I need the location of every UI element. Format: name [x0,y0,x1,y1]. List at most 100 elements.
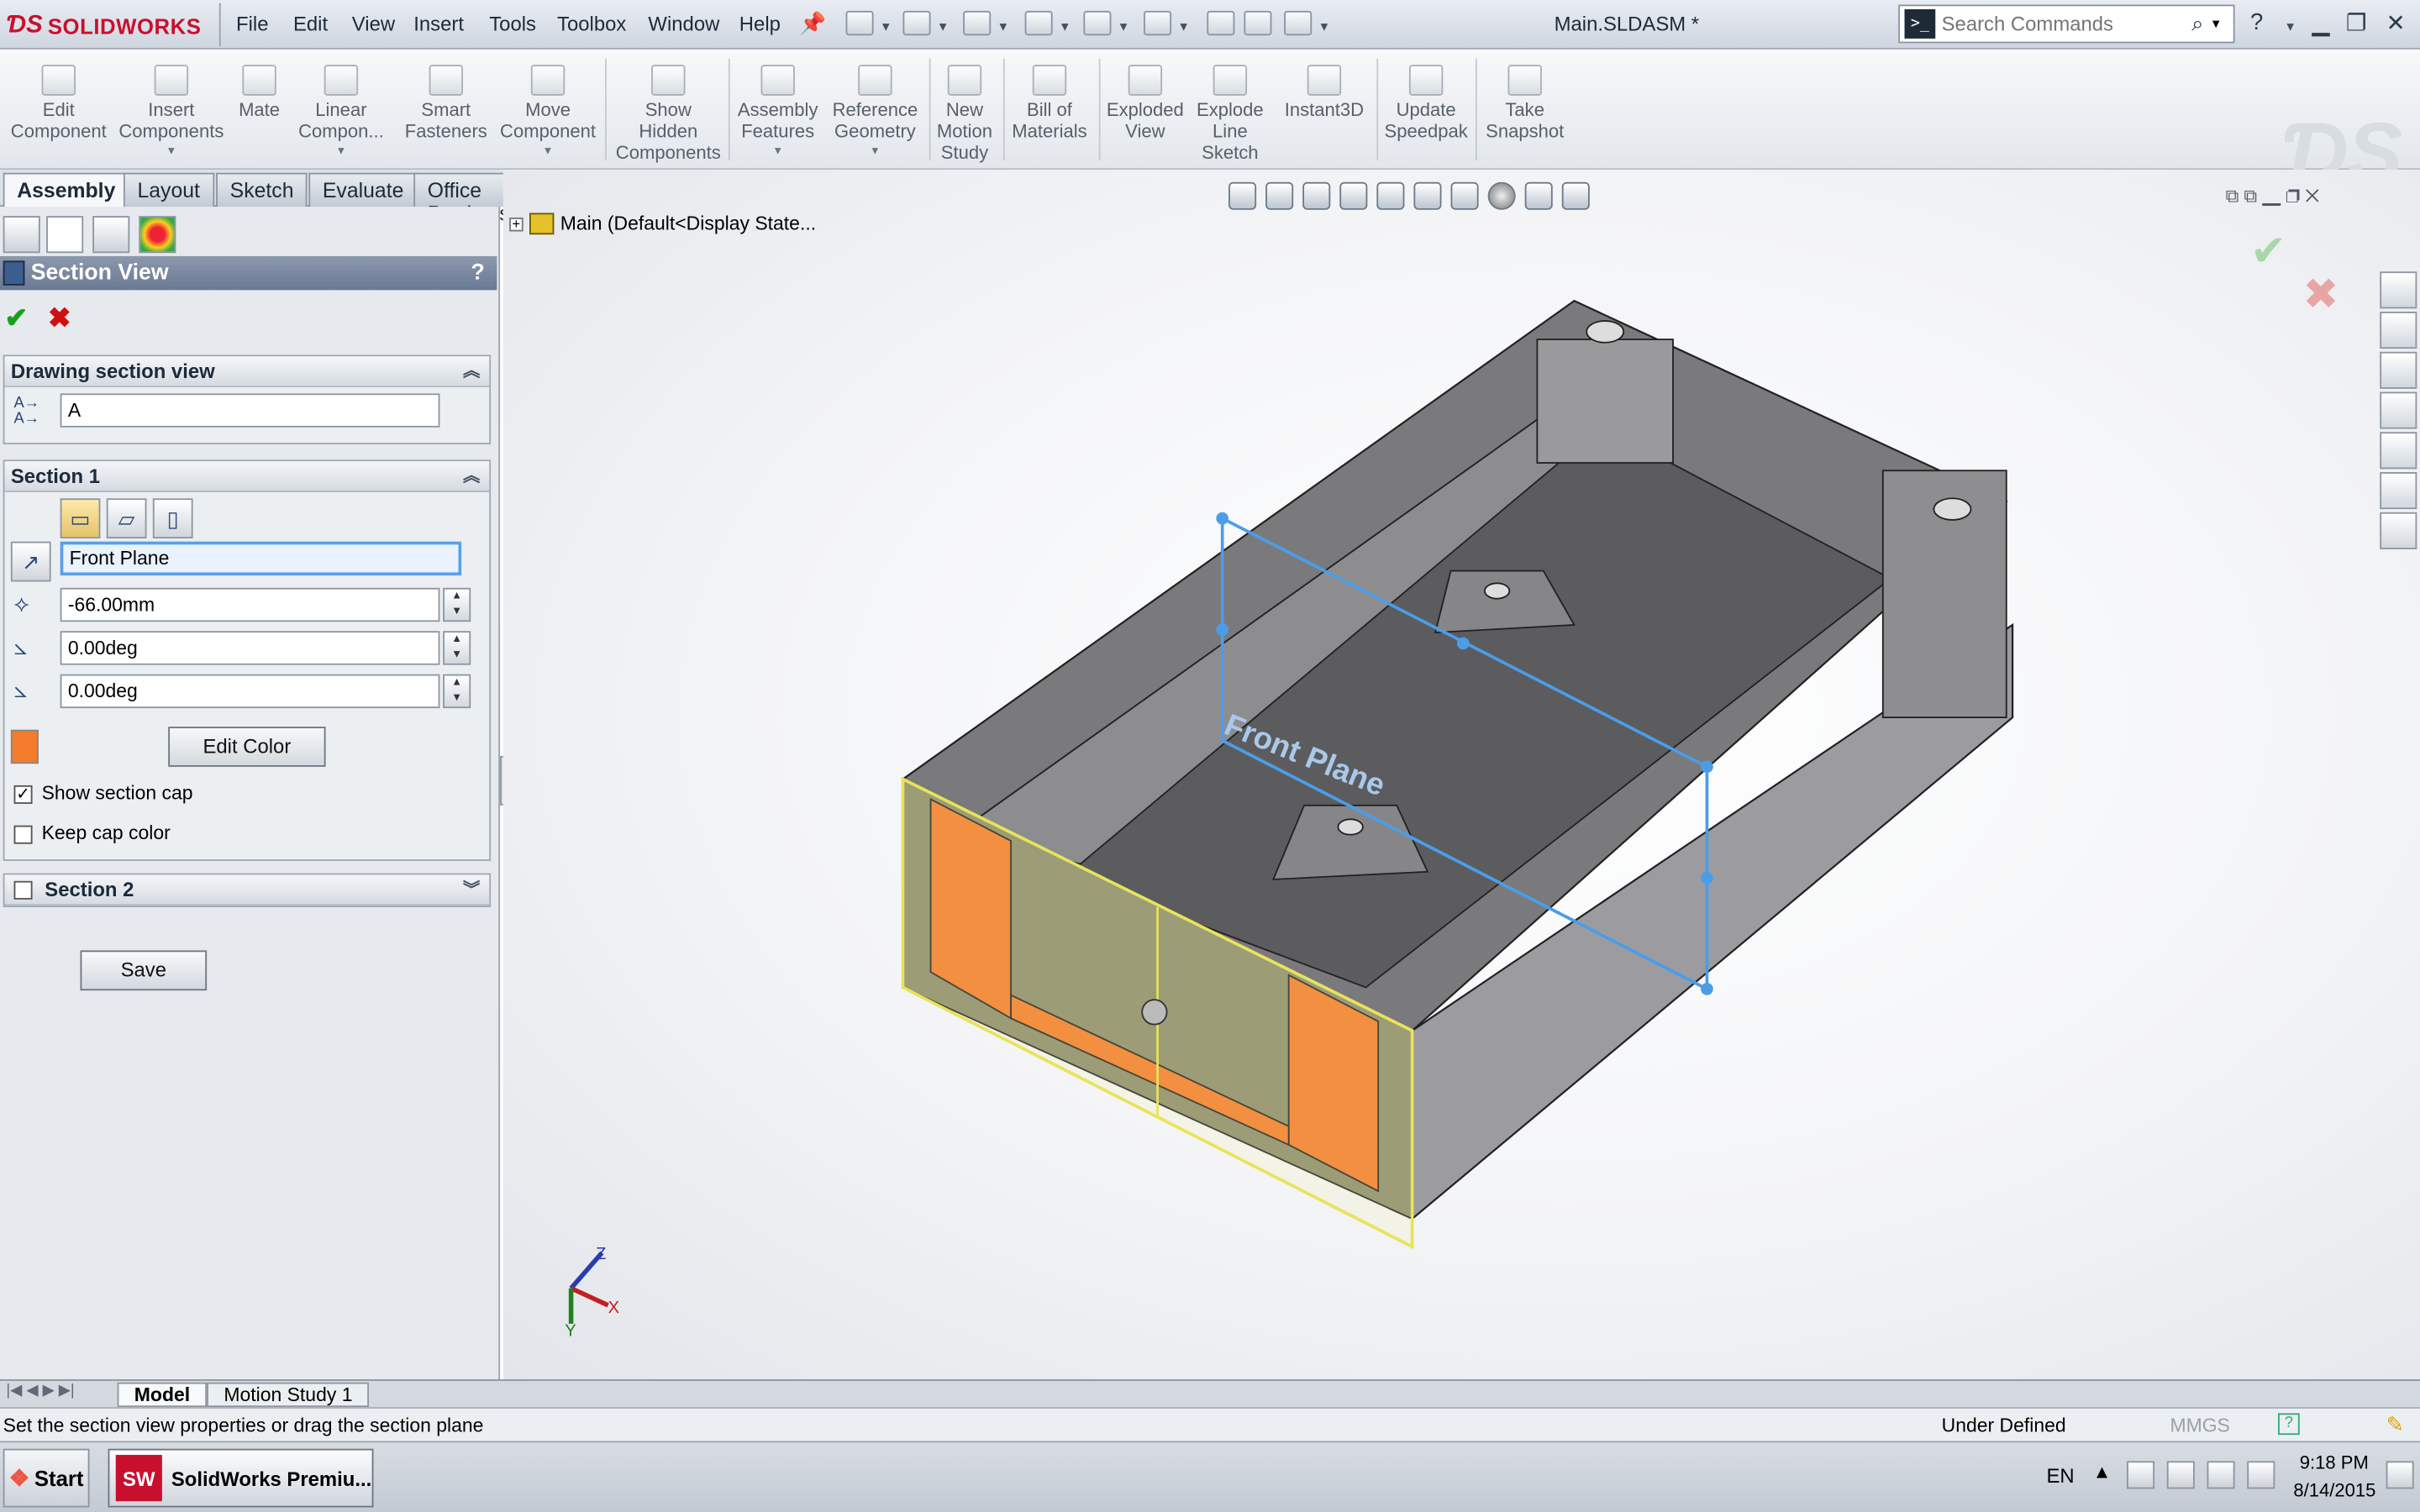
offset-spinner[interactable]: ▲ ▼ [443,587,471,622]
offset-distance-field[interactable] [60,587,440,622]
menu-tools[interactable]: Tools [489,13,536,36]
pin-icon[interactable]: 📌 [799,11,826,37]
undo-icon[interactable] [1083,10,1112,36]
solidworks-logo[interactable]: ƊS SOLIDWORKS [6,9,203,43]
edit-color-button[interactable]: Edit Color [168,727,326,767]
section2-checkbox[interactable] [13,880,33,900]
menu-insert[interactable]: Insert [413,13,464,36]
menu-help[interactable]: Help [739,13,781,36]
restore-icon[interactable]: ❐ [2346,9,2367,37]
status-units[interactable]: MMGS [2170,1415,2229,1436]
update-speedpak-button[interactable]: Update Speedpak [1380,52,1472,142]
cancel-icon[interactable]: ✖ [48,302,71,335]
configuration-manager-icon[interactable] [92,216,130,254]
right-plane-icon[interactable]: ▯ [152,498,193,539]
search-input[interactable] [1941,12,2189,36]
clock-time[interactable]: 9:18 PM [2300,1452,2369,1473]
help-icon[interactable]: ? [471,260,484,285]
section-name-field[interactable] [60,393,440,428]
options-dropdown-icon[interactable]: ▼ [1318,20,1331,34]
tab-motion-study[interactable]: Motion Study 1 [207,1382,370,1408]
undo-dropdown-icon[interactable]: ▼ [1118,20,1130,34]
feature-manager-icon[interactable] [3,216,40,254]
language-indicator[interactable]: EN [2047,1464,2075,1488]
insert-components-button[interactable]: Insert Components ▼ [118,52,226,163]
collapse-icon[interactable]: ︽ [463,358,480,382]
angle-x-spinner[interactable]: ▲ ▼ [443,631,471,665]
property-manager-icon[interactable] [46,216,84,254]
search-dropdown-icon[interactable]: ▼ [2210,17,2223,31]
top-plane-icon[interactable]: ▱ [106,498,147,539]
view-palette-icon[interactable] [2380,432,2417,470]
front-plane-icon[interactable]: ▭ [60,498,101,539]
show-hidden-components-button[interactable]: Show Hidden Components [614,52,723,164]
tray-expand-icon[interactable]: ▲ [2093,1461,2112,1483]
move-component-button[interactable]: Move Component ▼ [497,52,598,163]
menu-view[interactable]: View [352,13,395,36]
take-snapshot-button[interactable]: Take Snapshot [1479,52,1571,142]
tab-scroll-arrows[interactable]: |◀ ◀ ▶ ▶| [6,1383,74,1399]
new-motion-study-button[interactable]: New Motion Study [932,52,997,164]
volume-icon[interactable] [2247,1461,2275,1489]
menu-toolbox[interactable]: Toolbox [557,13,626,36]
ok-icon[interactable]: ✔ [5,302,29,335]
collapse-icon[interactable]: ︽ [463,463,480,487]
quick-tips-icon[interactable]: ? [2278,1413,2300,1436]
tab-evaluate[interactable]: Evaluate [308,172,418,207]
tab-assembly[interactable]: Assembly [3,172,129,207]
help-dropdown-icon[interactable]: ▼ [2284,20,2296,34]
show-section-cap-checkbox[interactable]: ✓ [13,785,33,804]
search-icon[interactable]: ⌕ [2191,11,2203,37]
graphics-area[interactable]: ⧉ ⧉ ▁ ❐ ✕ + Main (Default<Display State.… [502,170,2420,1380]
edit-component-button[interactable]: Edit Component [9,52,108,142]
action-center-icon[interactable] [2127,1461,2155,1489]
smart-fasteners-button[interactable]: Smart Fasteners [395,52,497,142]
design-library-icon[interactable] [2380,351,2417,389]
bill-of-materials-button[interactable]: Bill of Materials [1007,52,1093,142]
angle-x-field[interactable] [60,631,440,665]
show-desktop-icon[interactable] [2386,1461,2414,1489]
taskbar-app-solidworks[interactable]: SW SolidWorks Premiu... [108,1448,374,1508]
menu-edit[interactable]: Edit [293,13,328,36]
print-dropdown-icon[interactable]: ▼ [1059,20,1071,34]
angle-y-spinner[interactable]: ▲ ▼ [443,674,471,709]
section-plane-field[interactable] [60,541,462,576]
rebuild-icon[interactable] [1207,10,1235,36]
display-manager-icon[interactable] [139,216,176,254]
explode-line-sketch-button[interactable]: Explode Line Sketch [1192,52,1269,164]
rebuild-status-icon[interactable]: ✎ [2386,1412,2405,1438]
custom-properties-icon[interactable] [2380,512,2417,549]
open-dropdown-icon[interactable]: ▼ [937,20,950,34]
save-icon[interactable] [963,10,992,36]
drawing-section-header[interactable]: Drawing section view ︽ [4,356,490,388]
help-icon[interactable]: ? [2250,9,2263,35]
tab-sketch[interactable]: Sketch [216,172,308,207]
file-explorer-icon[interactable] [2380,391,2417,429]
menu-window[interactable]: Window [648,13,719,36]
options-icon[interactable] [1284,10,1313,36]
section1-header[interactable]: Section 1 ︽ [4,461,490,492]
print-icon[interactable] [1024,10,1053,36]
linear-pattern-button[interactable]: Linear Compon... ▼ [293,52,389,163]
tab-layout[interactable]: Layout [123,172,214,207]
instant3d-button[interactable]: Instant3D [1278,52,1370,120]
file-properties-icon[interactable] [1244,10,1272,36]
select-icon[interactable] [1144,10,1172,36]
minimize-icon[interactable]: ▁ [2312,9,2329,37]
appearances-icon[interactable] [2380,472,2417,510]
save-dropdown-icon[interactable]: ▼ [997,20,1010,34]
home-icon[interactable] [2380,312,2417,349]
expand-icon[interactable]: ︾ [463,876,480,900]
open-document-icon[interactable] [902,10,931,36]
new-dropdown-icon[interactable]: ▼ [880,20,892,34]
close-icon[interactable]: ✕ [2386,9,2406,37]
resources-icon[interactable] [2380,271,2417,309]
clock-date[interactable]: 8/14/2015 [2293,1479,2375,1501]
select-dropdown-icon[interactable]: ▼ [1177,20,1190,34]
exploded-view-button[interactable]: Exploded View [1102,52,1188,142]
device-icon[interactable] [2166,1461,2195,1489]
search-commands[interactable]: >_ ⌕ ▼ [1898,4,2235,44]
network-icon[interactable] [2207,1461,2235,1489]
reverse-direction-icon[interactable]: ↗ [10,541,51,582]
reference-geometry-button[interactable]: Reference Geometry ▼ [827,52,923,163]
